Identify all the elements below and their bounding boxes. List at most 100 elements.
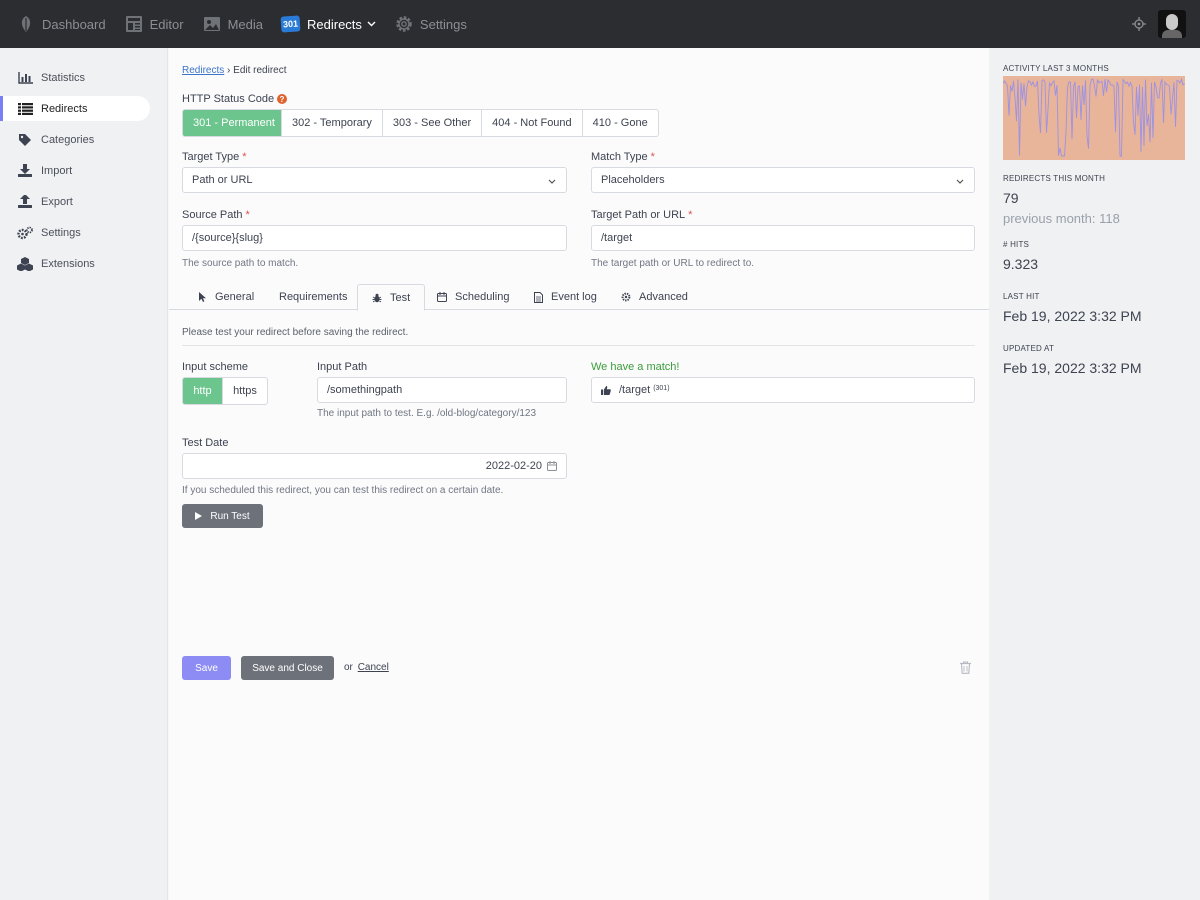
thumbs-up-icon xyxy=(601,385,611,395)
sparkline-area xyxy=(1003,76,1185,160)
avatar[interactable] xyxy=(1158,10,1186,38)
question-circle-icon[interactable]: ? xyxy=(277,94,288,104)
tab-event-log[interactable]: Event log xyxy=(534,284,597,310)
breadcrumb-current: Edit redirect xyxy=(233,65,287,76)
hits-label: # HITS xyxy=(1003,240,1030,249)
tab-requirements-label: Requirements xyxy=(279,291,348,303)
topnav-dashboard-label: Dashboard xyxy=(42,16,106,32)
run-test-label: Run Test xyxy=(210,510,250,522)
test-intro: Please test your redirect before saving … xyxy=(182,327,409,338)
upload-icon xyxy=(17,195,33,209)
sidebar-item-settings[interactable]: Settings xyxy=(0,220,167,245)
run-test-button[interactable]: Run Test xyxy=(182,504,263,528)
required-mark: * xyxy=(688,209,693,221)
status-301-button[interactable]: 301 - Permanent xyxy=(183,110,281,136)
target-path-input[interactable] xyxy=(601,232,965,244)
trash-icon[interactable] xyxy=(960,661,971,677)
or-text: or xyxy=(344,662,353,673)
sidebar-item-label: Import xyxy=(41,164,73,177)
locate-icon[interactable] xyxy=(1132,17,1146,31)
topnav-settings-label: Settings xyxy=(419,16,467,32)
target-type-select[interactable]: Path or URL xyxy=(182,167,567,193)
topnav-settings[interactable]: Settings xyxy=(394,0,467,48)
match-type-select[interactable]: Placeholders xyxy=(591,167,975,193)
sidebar-item-export[interactable]: Export xyxy=(0,189,167,214)
hits-value: 9.323 xyxy=(1003,256,1039,272)
tab-requirements[interactable]: Requirements xyxy=(279,284,347,310)
match-result-label: We have a match! xyxy=(591,361,680,373)
breadcrumb-redirects-link[interactable]: Redirects xyxy=(182,65,224,76)
required-mark: * xyxy=(245,209,250,221)
scheme-http-button[interactable]: http xyxy=(183,378,222,404)
match-type-label: Match Type * xyxy=(591,151,655,163)
list-icon xyxy=(17,102,33,116)
source-path-input[interactable] xyxy=(192,232,557,244)
settings-gear-icon xyxy=(394,14,414,34)
chevron-down-icon xyxy=(367,21,376,27)
tab-scheduling-label: Scheduling xyxy=(455,291,510,303)
status-410-button[interactable]: 410 - Gone xyxy=(581,110,658,136)
svg-text:?: ? xyxy=(280,95,285,104)
chevron-down-icon xyxy=(548,176,556,188)
input-scheme-label: Input scheme xyxy=(182,361,249,373)
match-type-value: Placeholders xyxy=(601,174,665,186)
download-icon xyxy=(17,164,33,178)
status-code-label: HTTP Status Code xyxy=(182,93,275,105)
dashboard-icon xyxy=(16,14,36,34)
calendar-icon[interactable] xyxy=(547,461,557,471)
bug-icon xyxy=(372,293,382,303)
sidebar-item-statistics[interactable]: Statistics xyxy=(0,65,167,90)
tab-scheduling[interactable]: Scheduling xyxy=(437,284,509,310)
input-path-input[interactable] xyxy=(327,384,557,396)
match-result-target: /target xyxy=(619,384,651,396)
sidebar-item-categories[interactable]: Categories xyxy=(0,127,167,152)
play-icon xyxy=(195,512,203,520)
status-303-button[interactable]: 303 - See Other xyxy=(381,110,481,136)
cog-icon xyxy=(621,292,631,302)
target-path-help: The target path or URL to redirect to. xyxy=(591,258,755,269)
target-type-label-text: Target Type xyxy=(182,151,240,163)
topnav-media[interactable]: Media xyxy=(202,0,263,48)
target-path-label: Target Path or URL * xyxy=(591,209,692,221)
test-date-field[interactable]: 2022-02-20 xyxy=(182,453,567,479)
match-type-label-text: Match Type xyxy=(591,151,648,163)
sidebar-item-redirects[interactable]: Redirects xyxy=(0,96,150,121)
top-navigation-bar: Dashboard Editor Media 301 Redirects Set… xyxy=(0,0,1200,48)
status-302-button[interactable]: 302 - Temporary xyxy=(281,110,382,136)
cursor-arrow-icon xyxy=(199,292,207,302)
redirects-month-label: REDIRECTS THIS MONTH xyxy=(1003,174,1106,183)
required-mark: * xyxy=(650,151,655,163)
topnav-editor-label: Editor xyxy=(149,16,184,32)
redirects-month-value: 79 xyxy=(1003,190,1019,206)
cancel-link[interactable]: Cancel xyxy=(358,662,389,673)
status-404-button[interactable]: 404 - Not Found xyxy=(481,110,582,136)
tab-general[interactable]: General xyxy=(199,284,254,310)
topnav-editor[interactable]: Editor xyxy=(124,0,184,48)
tab-test[interactable]: Test xyxy=(357,284,426,311)
tab-advanced-label: Advanced xyxy=(639,291,688,303)
save-and-close-button[interactable]: Save and Close xyxy=(241,656,334,680)
input-path-field xyxy=(317,377,567,403)
save-button[interactable]: Save xyxy=(182,656,231,680)
save-close-label: Save and Close xyxy=(252,662,323,674)
sidebar: Statistics Redirects Categories Import E… xyxy=(0,48,168,900)
breadcrumb: Redirects › Edit redirect xyxy=(182,65,287,76)
test-date-label: Test Date xyxy=(182,437,229,449)
updated-at-value: Feb 19, 2022 3:32 PM xyxy=(1003,360,1142,376)
chevron-down-icon xyxy=(956,176,964,188)
topnav-dashboard[interactable]: Dashboard xyxy=(16,0,106,48)
save-label: Save xyxy=(195,662,218,674)
target-type-label: Target Type * xyxy=(182,151,247,163)
sidebar-item-extensions[interactable]: Extensions xyxy=(0,251,167,276)
scheme-https-button[interactable]: https xyxy=(222,378,267,404)
tab-advanced[interactable]: Advanced xyxy=(621,284,688,310)
editor-icon xyxy=(124,14,144,34)
tab-general-label: General xyxy=(215,291,255,303)
topnav-redirects-label: Redirects xyxy=(307,16,362,32)
test-date-help: If you scheduled this redirect, you can … xyxy=(182,485,504,496)
topnav-redirects[interactable]: 301 Redirects xyxy=(280,0,376,48)
bar-chart-icon xyxy=(17,71,33,85)
match-result-box: /target (301) xyxy=(591,377,975,403)
sidebar-item-label: Settings xyxy=(41,226,81,239)
sidebar-item-import[interactable]: Import xyxy=(0,158,167,183)
